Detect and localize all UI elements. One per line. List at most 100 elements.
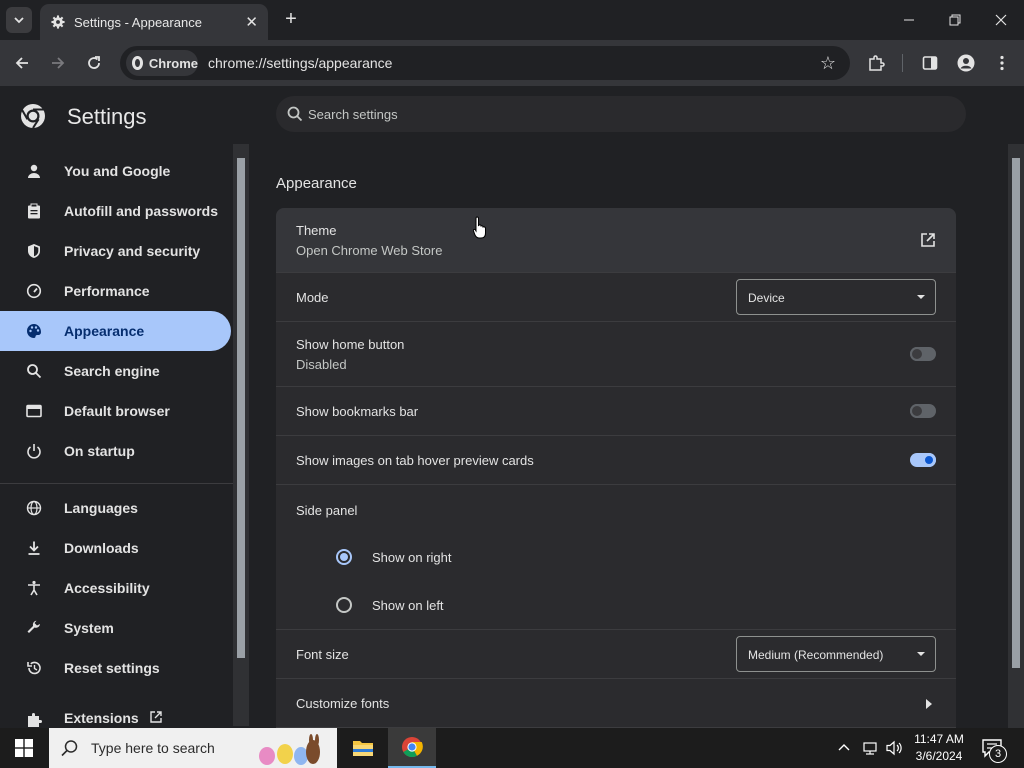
tab-hover-label: Show images on tab hover preview cards: [296, 453, 534, 468]
globe-icon: [24, 498, 44, 518]
sidebar-item-system[interactable]: System: [0, 608, 231, 648]
toggle-knob: [922, 453, 936, 467]
reload-button[interactable]: [82, 51, 106, 75]
person-icon: [24, 161, 44, 181]
sidebar-item-label: You and Google: [64, 163, 171, 179]
sidebar-item-autofill[interactable]: Autofill and passwords: [0, 191, 231, 231]
mode-label: Mode: [296, 290, 329, 305]
taskbar-chrome[interactable]: [388, 728, 436, 768]
sidebar-item-downloads[interactable]: Downloads: [0, 528, 231, 568]
back-button[interactable]: [10, 51, 34, 75]
minimize-button[interactable]: [894, 8, 924, 32]
reload-icon: [88, 56, 100, 69]
chevron-down-icon: [14, 17, 24, 24]
extensions-button[interactable]: [864, 51, 888, 75]
home-button-row[interactable]: Show home button Disabled: [276, 322, 956, 387]
side-panel-left-radio[interactable]: [336, 597, 352, 613]
minimize-icon: [904, 19, 914, 21]
mode-select[interactable]: Device: [736, 279, 936, 315]
address-bar[interactable]: Chrome chrome://settings/appearance ☆: [120, 46, 850, 80]
sidebar-item-label: On startup: [64, 443, 135, 459]
side-panel-icon: [922, 56, 938, 70]
side-panel-button[interactable]: [918, 51, 942, 75]
hand-cursor-icon: [473, 216, 486, 239]
sidebar-item-label: Reset settings: [64, 660, 160, 676]
sidebar-item-privacy[interactable]: Privacy and security: [0, 231, 231, 271]
theme-row[interactable]: Theme Open Chrome Web Store: [276, 208, 956, 273]
close-icon: [995, 14, 1007, 26]
kebab-menu-icon: [1000, 55, 1004, 71]
menu-button[interactable]: [990, 51, 1014, 75]
arrow-left-icon: [15, 57, 28, 69]
main-scrollbar[interactable]: [1008, 144, 1024, 728]
chrome-icon: [402, 737, 423, 758]
clock-date: 3/6/2024: [915, 749, 963, 763]
search-icon: [24, 361, 44, 381]
sidebar-item-accessibility[interactable]: Accessibility: [0, 568, 231, 608]
sidebar-scroll-thumb[interactable]: [237, 158, 245, 658]
sidebar-item-extensions[interactable]: Extensions: [0, 704, 231, 728]
sidebar-item-label: Default browser: [64, 403, 170, 419]
url-text[interactable]: chrome://settings/appearance: [208, 55, 392, 71]
side-panel-right-label[interactable]: Show on right: [372, 550, 452, 565]
browser-toolbar: Chrome chrome://settings/appearance ☆: [0, 40, 1024, 86]
external-link-icon[interactable]: [920, 232, 936, 248]
side-panel-left-label[interactable]: Show on left: [372, 598, 444, 613]
font-size-select[interactable]: Medium (Recommended): [736, 636, 936, 672]
close-window-button[interactable]: [986, 8, 1016, 32]
bookmark-star-icon[interactable]: ☆: [818, 53, 838, 73]
font-size-select-value: Medium (Recommended): [748, 648, 884, 662]
new-tab-button[interactable]: +: [280, 9, 302, 31]
start-button[interactable]: [0, 728, 48, 768]
customize-fonts-row[interactable]: Customize fonts: [276, 679, 956, 728]
restore-button[interactable]: [940, 8, 970, 32]
chevron-right-icon: [926, 699, 932, 709]
browser-icon: [24, 401, 44, 421]
palette-icon: [24, 321, 44, 341]
sidebar-item-languages[interactable]: Languages: [0, 488, 231, 528]
sidebar-item-default-browser[interactable]: Default browser: [0, 391, 231, 431]
forward-button[interactable]: [46, 51, 70, 75]
sidebar-scrollbar[interactable]: [233, 144, 249, 726]
taskbar-clock[interactable]: 11:47 AM 3/6/2024: [912, 731, 966, 765]
page-title: Settings: [67, 104, 147, 129]
tab-hover-toggle[interactable]: [910, 453, 936, 467]
profile-button[interactable]: [954, 51, 978, 75]
mode-select-value: Device: [748, 291, 785, 305]
sidebar-item-on-startup[interactable]: On startup: [0, 431, 231, 471]
site-info-chip[interactable]: Chrome: [126, 50, 198, 76]
sidebar-item-performance[interactable]: Performance: [0, 271, 231, 311]
tab-search-button[interactable]: [6, 7, 32, 33]
network-button[interactable]: [862, 740, 880, 756]
close-tab-icon[interactable]: ✕: [245, 13, 258, 31]
restore-icon: [949, 14, 961, 26]
mode-row: Mode Device: [276, 273, 956, 322]
show-hidden-icons-button[interactable]: [836, 740, 852, 756]
search-settings-input[interactable]: Search settings: [276, 96, 966, 132]
sidebar-item-you-and-google[interactable]: You and Google: [0, 151, 231, 191]
section-title: Appearance: [276, 175, 357, 192]
sidebar-item-label: Appearance: [64, 323, 145, 339]
tab-hover-row[interactable]: Show images on tab hover preview cards: [276, 436, 956, 485]
sidebar-item-appearance[interactable]: Appearance: [0, 311, 231, 351]
taskbar-search-input[interactable]: Type here to search: [49, 728, 337, 768]
tab-title: Settings - Appearance: [74, 14, 202, 30]
bookmarks-bar-toggle[interactable]: [910, 404, 936, 418]
chrome-logo-icon: [132, 56, 143, 70]
main-scroll-thumb[interactable]: [1012, 158, 1020, 668]
taskbar-file-explorer[interactable]: [339, 728, 387, 768]
sidebar-item-reset-settings[interactable]: Reset settings: [0, 648, 231, 688]
reset-icon: [24, 658, 44, 678]
gear-icon: [50, 14, 66, 30]
font-size-label: Font size: [296, 647, 349, 662]
sidebar-item-search-engine[interactable]: Search engine: [0, 351, 231, 391]
taskbar: Type here to search 11:47 AM 3/6/2024 3: [0, 728, 1024, 768]
home-button-toggle[interactable]: [910, 347, 936, 361]
search-icon: [287, 106, 303, 122]
home-button-sub: Disabled: [296, 357, 347, 372]
volume-button[interactable]: [886, 740, 904, 756]
tab-settings[interactable]: Settings - Appearance ✕: [40, 4, 268, 40]
side-panel-right-radio[interactable]: [336, 549, 352, 565]
customize-fonts-label: Customize fonts: [296, 696, 390, 711]
bookmarks-bar-row[interactable]: Show bookmarks bar: [276, 387, 956, 436]
